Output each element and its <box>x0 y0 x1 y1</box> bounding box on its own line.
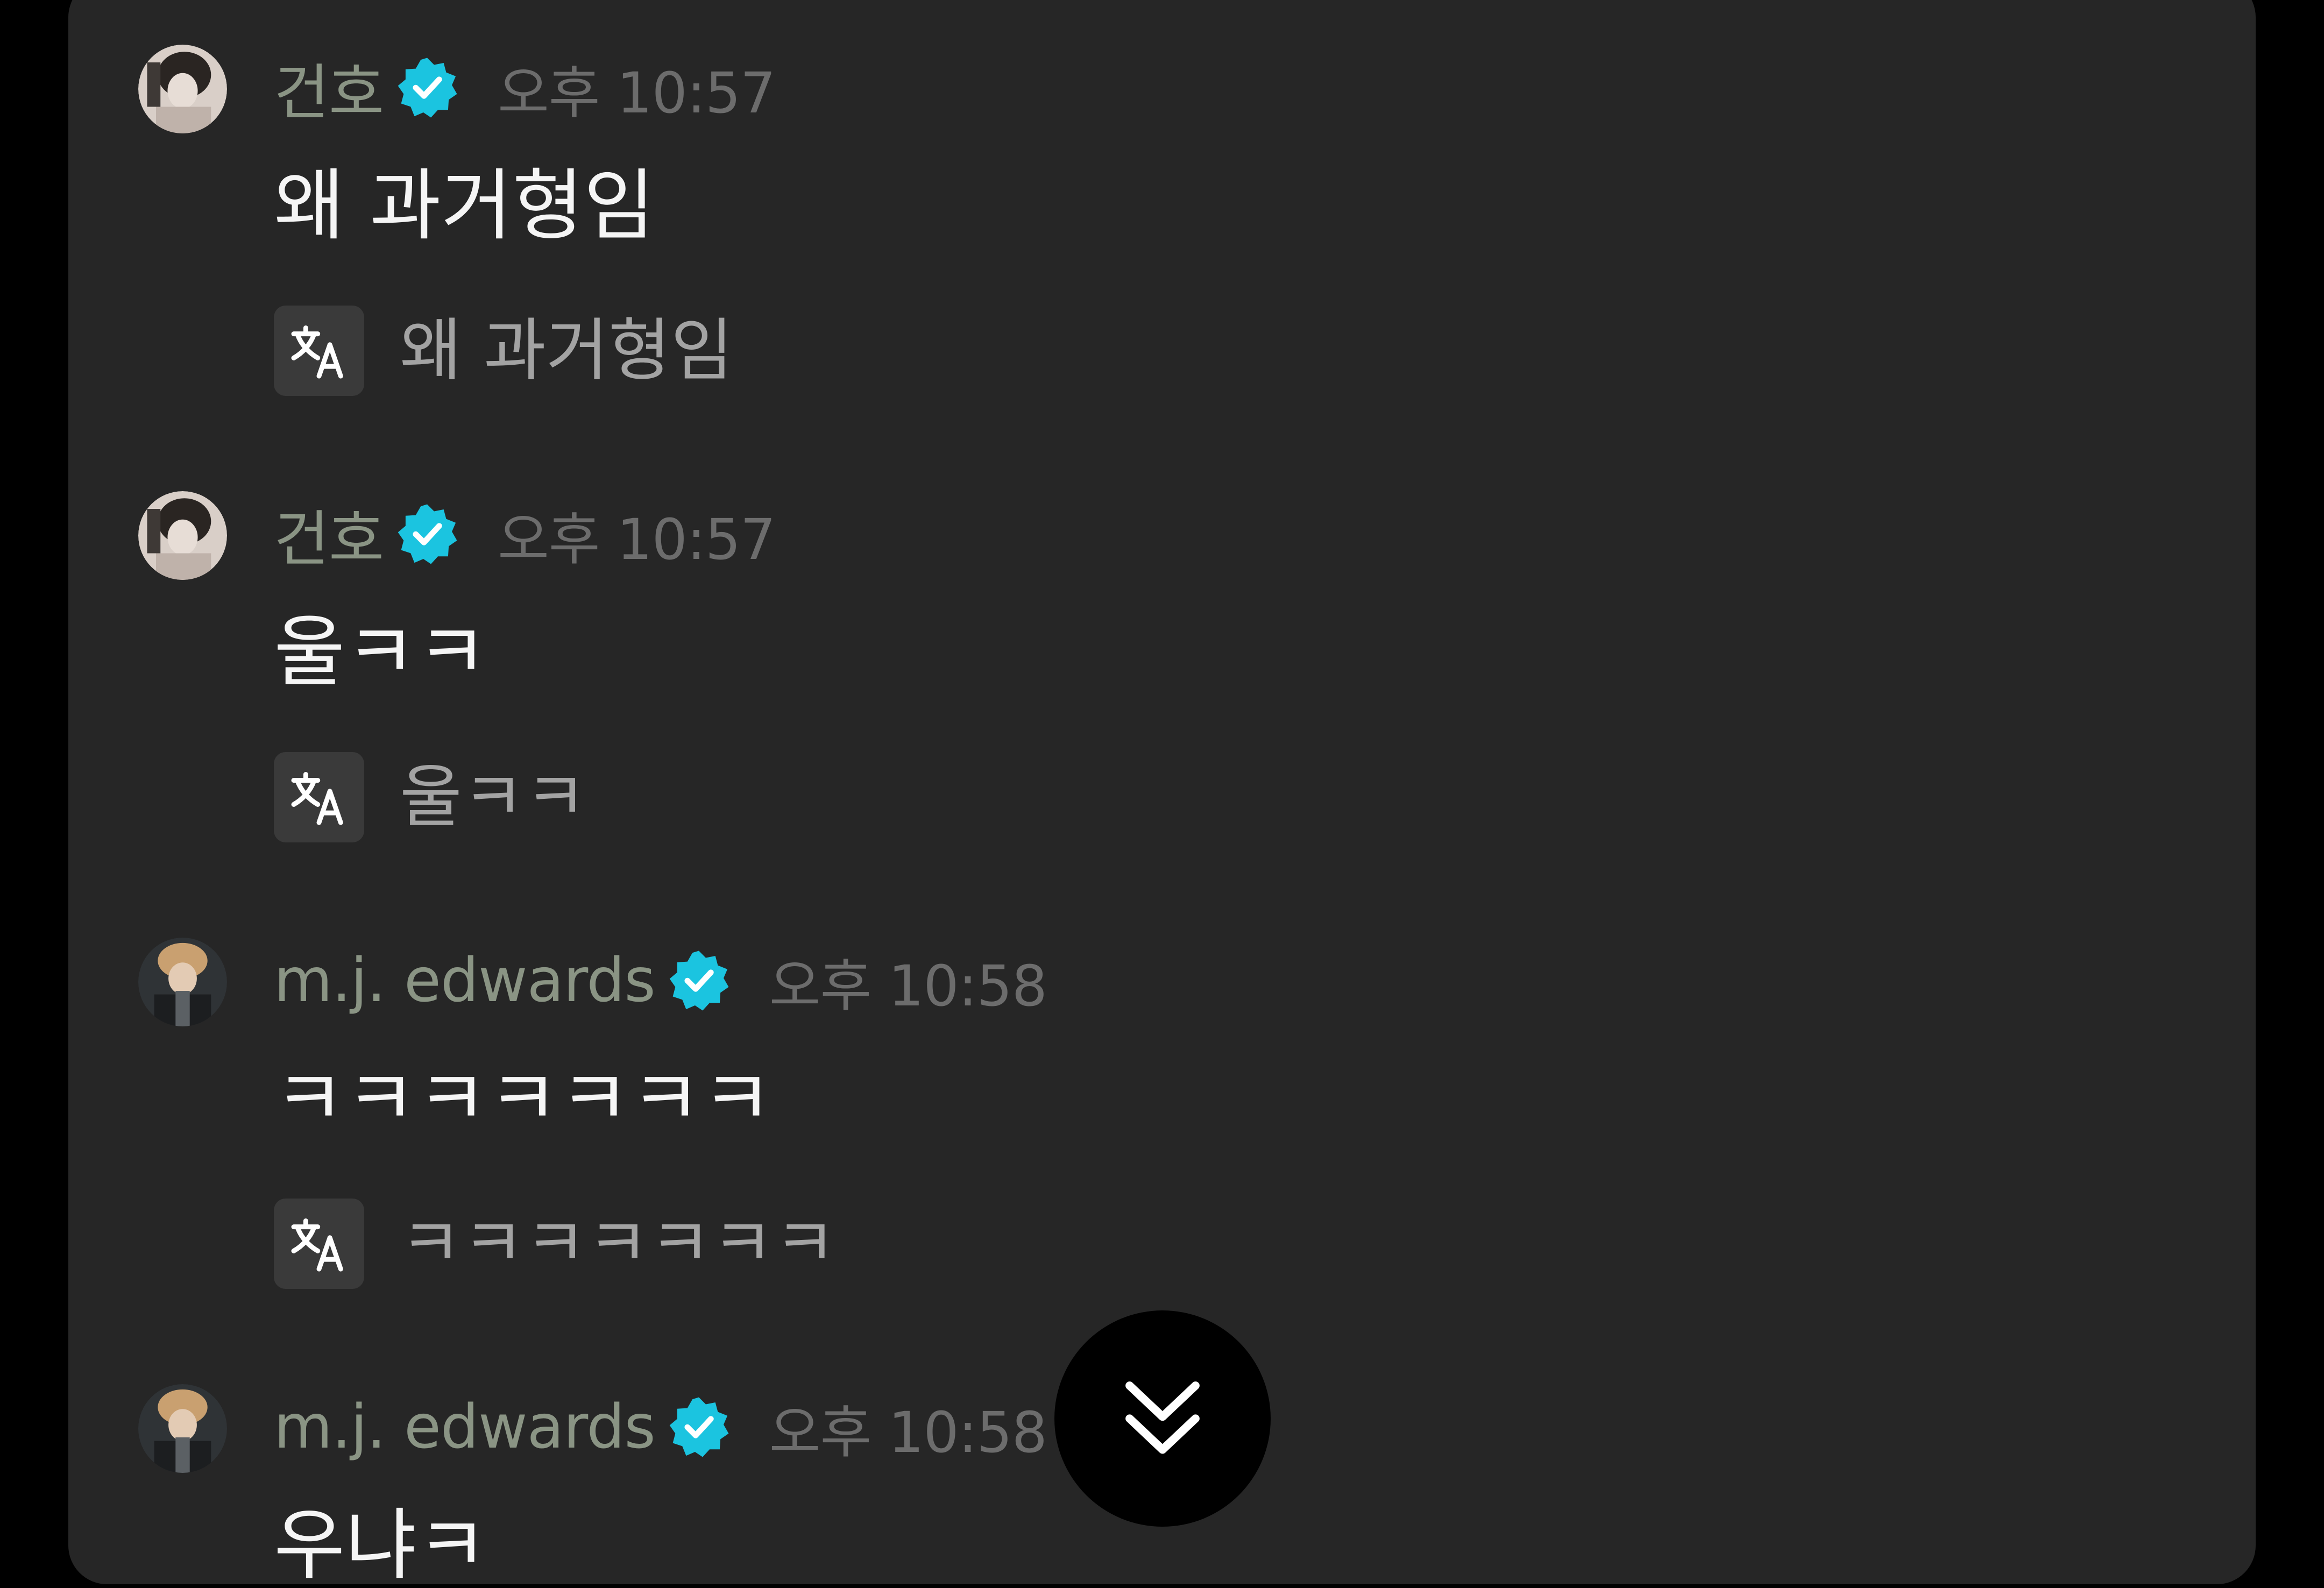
message-text: ㅋㅋㅋㅋㅋㅋㅋ <box>274 1053 773 1144</box>
username[interactable]: 건호 <box>274 44 384 131</box>
verified-badge-icon <box>667 949 731 1012</box>
translate-icon <box>291 1218 343 1272</box>
translation-row: ㅋㅋㅋㅋㅋㅋㅋ <box>274 1198 836 1289</box>
avatar[interactable] <box>138 938 227 1026</box>
translate-button[interactable] <box>274 1199 364 1289</box>
message-header: m.j. edwards 오후 10:58 <box>274 1392 1047 1465</box>
translate-button[interactable] <box>274 752 364 842</box>
double-chevron-down-icon <box>1125 1381 1200 1454</box>
message-header: 건호 오후 10:57 <box>274 499 776 575</box>
translate-button[interactable] <box>274 306 364 396</box>
timestamp: 오후 10:57 <box>498 506 776 572</box>
username[interactable]: m.j. edwards <box>274 1392 656 1462</box>
translation-text: 울ㅋㅋ <box>400 757 587 836</box>
translation-text: ㅋㅋㅋㅋㅋㅋㅋ <box>400 1204 837 1283</box>
username[interactable]: 건호 <box>274 491 384 578</box>
avatar[interactable] <box>138 1384 227 1473</box>
translation-row: 왜 과거형임 <box>274 305 733 396</box>
timestamp: 오후 10:57 <box>498 60 776 126</box>
timestamp: 오후 10:58 <box>769 953 1047 1019</box>
username[interactable]: m.j. edwards <box>274 946 656 1016</box>
translation-text: 왜 과거형임 <box>400 311 733 390</box>
scroll-to-bottom-button[interactable] <box>1054 1310 1271 1527</box>
avatar[interactable] <box>138 491 227 580</box>
translate-icon <box>291 325 343 379</box>
verified-badge-icon <box>667 1395 731 1459</box>
message-text: 우냐ㅋ <box>274 1500 488 1584</box>
translate-icon <box>291 771 343 825</box>
verified-badge-icon <box>395 502 459 566</box>
verified-badge-icon <box>395 56 459 119</box>
chat-screen: 건호 오후 10:57 왜 과거형임 왜 과거형임 건호 오후 10:57 울ㅋ… <box>0 0 2324 1588</box>
message-text: 왜 과거형임 <box>274 160 655 251</box>
timestamp: 오후 10:58 <box>769 1399 1047 1465</box>
avatar[interactable] <box>138 45 227 133</box>
message-text: 울ㅋㅋ <box>274 607 488 697</box>
translation-row: 울ㅋㅋ <box>274 752 587 843</box>
message-header: 건호 오후 10:57 <box>274 53 776 128</box>
message-header: m.j. edwards 오후 10:58 <box>274 946 1047 1019</box>
